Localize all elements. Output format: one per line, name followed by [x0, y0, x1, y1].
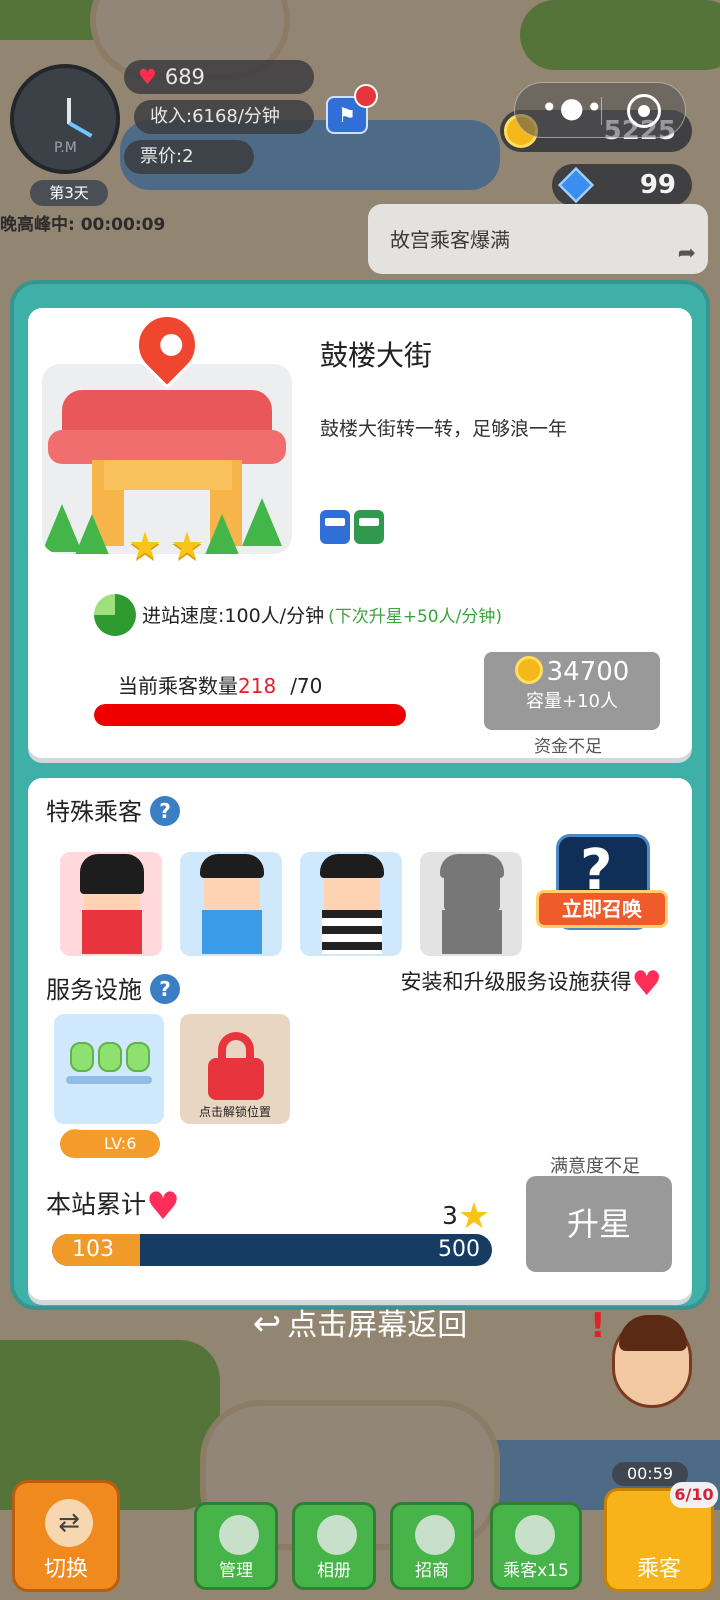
speed-gauge-icon — [94, 594, 136, 636]
facilities-title-text: 服务设施 — [46, 976, 142, 1004]
station-illustration — [42, 364, 292, 554]
news-text: 故宫乘客爆满 — [390, 228, 510, 252]
close-miniprogram-icon[interactable] — [627, 94, 661, 128]
hearts-counter: ♥ 689 — [124, 60, 314, 94]
help-icon[interactable]: ? — [150, 974, 180, 1004]
miniprogram-capsule: •●• — [514, 82, 686, 138]
manage-label: 管理 — [219, 1561, 253, 1581]
total-title-text: 本站累计 — [46, 1190, 147, 1219]
unlock-label: 点击解锁位置 — [198, 1105, 271, 1119]
passenger-label: 当前乘客数量 — [118, 674, 238, 698]
passenger-progress-bar — [94, 704, 406, 726]
hearts-value: 689 — [164, 65, 205, 89]
passenger-group-icon — [515, 1515, 555, 1555]
station-name: 鼓楼大街 — [320, 339, 433, 372]
station-star-icon: ★ — [128, 524, 163, 568]
entry-speed: 进站速度:100人/分钟 (下次升星+50人/分钟) — [142, 601, 502, 628]
special-passenger-locked-silhouette[interactable] — [420, 852, 522, 956]
total-max: 500 — [438, 1237, 480, 1262]
star-count-value: 3 — [442, 1201, 458, 1230]
news-banner[interactable]: 故宫乘客爆满 ➦ — [368, 204, 708, 274]
photo-icon — [317, 1515, 357, 1555]
fare-display[interactable]: 票价:2 — [124, 140, 254, 174]
return-label: 点击屏幕返回 — [287, 1308, 468, 1343]
invest-label: 招商 — [415, 1561, 449, 1581]
return-arrow-icon: ↩ — [252, 1304, 282, 1344]
service-facilities-title: 服务设施? — [46, 970, 180, 1005]
heart-icon: ♥ — [146, 1184, 181, 1228]
gem-value: 99 — [639, 170, 676, 200]
tap-to-return[interactable]: ↩ 点击屏幕返回 — [0, 1300, 720, 1344]
attendant-avatar[interactable] — [612, 1315, 692, 1408]
station-extras-card: 特殊乘客? ? 立即召唤 服务设施? 安装和升级服务设施获得♥ LV:6 点击解… — [28, 778, 692, 1300]
clock-period: P.M — [54, 140, 77, 156]
capacity-sub: 容量+10人 — [526, 691, 618, 712]
summon-button[interactable]: ? 立即召唤 — [536, 834, 668, 952]
total-hearts-progress — [52, 1234, 492, 1266]
upgrade-capacity-button[interactable]: 34700 容量+10人 — [484, 652, 660, 730]
passenger-progress-fill — [94, 704, 406, 726]
station-detail-modal: ★ ★ 鼓楼大街 鼓楼大街转一转，足够浪一年 进站速度:100人/分钟 (下次升星… — [10, 280, 710, 1310]
speed-next-text: (下次升星+50人/分钟) — [328, 607, 502, 627]
handshake-icon — [415, 1515, 455, 1555]
upgrade-star-button[interactable]: 升星 — [526, 1176, 672, 1272]
passenger-count: 当前乘客数量218/70 — [118, 670, 322, 699]
passenger-current: 218 — [238, 674, 277, 698]
passenger-max: /70 — [290, 674, 323, 698]
manage-button[interactable]: 管理 — [194, 1502, 278, 1590]
facilities-hint-text: 安装和升级服务设施获得 — [400, 970, 632, 994]
train-line-green-icon — [354, 510, 384, 544]
heart-icon: ♥ — [138, 65, 157, 89]
special-passenger-thief[interactable] — [300, 852, 402, 956]
alert-icon: ! — [590, 1306, 606, 1346]
star-icon: ★ — [457, 1196, 491, 1237]
album-button[interactable]: 相册 — [292, 1502, 376, 1590]
switch-label: 切换 — [43, 1557, 88, 1582]
day-badge: 第3天 — [30, 180, 108, 206]
more-icon[interactable]: •●• — [541, 91, 604, 124]
diamond-icon — [557, 166, 595, 204]
invest-button[interactable]: 招商 — [390, 1502, 474, 1590]
special-passenger-mother[interactable] — [60, 852, 162, 956]
passengers-x-label: 乘客x15 — [503, 1561, 569, 1581]
coin-icon — [514, 656, 543, 684]
notification-dot — [354, 84, 378, 108]
special-passengers-title: 特殊乘客? — [46, 792, 180, 827]
capacity-cost: 34700 — [546, 657, 630, 687]
peak-status: 晚高峰中: 00:00:09 — [0, 215, 166, 235]
total-current: 103 — [72, 1237, 114, 1262]
facility-seats[interactable] — [54, 1014, 164, 1124]
insufficient-funds-label: 资金不足 — [534, 737, 602, 757]
help-icon[interactable]: ? — [150, 796, 180, 826]
passengers-label: 乘客 — [636, 1557, 681, 1582]
facilities-hint: 安装和升级服务设施获得♥ — [401, 964, 662, 1004]
game-clock: P.M — [10, 64, 120, 174]
passenger-count-badge: 6/10 — [670, 1482, 718, 1508]
switch-button[interactable]: ⇄ 切换 — [12, 1480, 120, 1592]
star-count: 3★ — [442, 1196, 490, 1237]
train-line-blue-icon — [320, 510, 350, 544]
station-description: 鼓楼大街转一转，足够浪一年 — [320, 418, 568, 440]
special-passenger-athlete[interactable] — [180, 852, 282, 956]
facility-locked-slot[interactable]: 点击解锁位置 — [180, 1014, 290, 1124]
station-total-title: 本站累计♥ — [46, 1184, 180, 1228]
speed-text: 进站速度:100人/分钟 — [142, 605, 325, 627]
facility-level-badge: LV:6 — [60, 1130, 160, 1158]
swap-arrows-icon: ⇄ — [45, 1499, 93, 1547]
station-info-card: ★ ★ 鼓楼大街 鼓楼大街转一转，足够浪一年 进站速度:100人/分钟 (下次升星… — [28, 301, 692, 758]
income-display: 收入:6168/分钟 — [134, 100, 314, 134]
summon-label: 立即召唤 — [536, 890, 668, 928]
gem-counter: 99 — [552, 164, 692, 206]
manage-person-icon — [219, 1515, 259, 1555]
album-label: 相册 — [317, 1561, 351, 1581]
heart-icon: ♥ — [631, 964, 662, 1004]
special-title-text: 特殊乘客 — [46, 798, 142, 826]
passengers-x15-button[interactable]: 乘客x15 — [490, 1502, 582, 1590]
satisfaction-note: 满意度不足 — [550, 1156, 640, 1177]
share-icon[interactable]: ➦ — [678, 241, 696, 266]
station-star-icon: ★ — [170, 524, 205, 568]
